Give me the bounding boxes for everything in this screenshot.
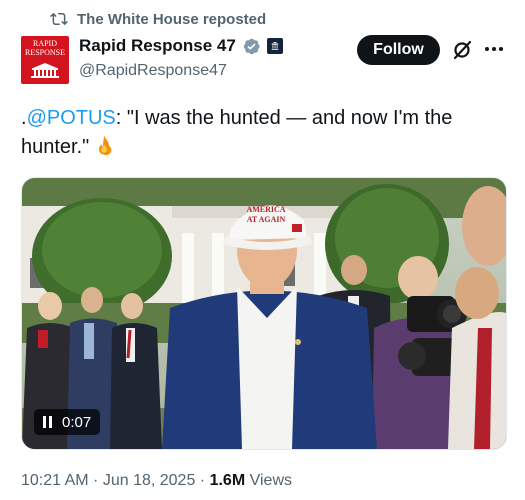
author-handle[interactable]: @RapidResponse47 [79, 62, 227, 80]
more-options-icon[interactable] [484, 42, 504, 56]
repost-label: The White House reposted [77, 10, 267, 28]
repost-header[interactable]: The White House reposted [50, 10, 266, 28]
hat-text-line1: AMERICA [246, 205, 285, 214]
follow-button[interactable]: Follow [357, 35, 440, 65]
avatar[interactable]: RAPID RESPONSE [21, 36, 69, 84]
government-affiliation-icon [266, 38, 283, 54]
fire-emoji-icon [99, 135, 112, 156]
repost-icon [50, 12, 68, 26]
tweet-meta: 10:21 AM · Jun 18, 2025 · 1.6M Views [21, 472, 292, 490]
verified-badge-icon [243, 38, 260, 54]
views-label: Views [245, 472, 292, 489]
grok-icon[interactable] [451, 39, 473, 61]
white-house-logo-icon [31, 63, 59, 78]
video-timer[interactable]: 0:07 [34, 409, 101, 435]
views-count: 1.6M [209, 472, 246, 489]
mention-link[interactable]: @POTUS [27, 107, 116, 129]
video-player[interactable]: AMERICA AT AGAIN 0:07 [21, 177, 507, 450]
pause-icon[interactable] [43, 416, 53, 428]
tweet-time[interactable]: 10:21 AM [21, 472, 89, 489]
tweet-text: .@POTUS: "I was the hunted — and now I'm… [21, 104, 501, 162]
hat-text-line2: AT AGAIN [247, 215, 286, 224]
video-timer-text: 0:07 [62, 413, 92, 431]
meta-separator: · [195, 472, 210, 489]
author-name-row[interactable]: Rapid Response 47 [79, 36, 283, 56]
meta-separator: · [88, 472, 103, 489]
avatar-text-line1: RAPID [32, 39, 57, 48]
author-display-name[interactable]: Rapid Response 47 [79, 36, 236, 56]
avatar-text-line2: RESPONSE [24, 48, 65, 57]
tweet-date[interactable]: Jun 18, 2025 [103, 472, 196, 489]
